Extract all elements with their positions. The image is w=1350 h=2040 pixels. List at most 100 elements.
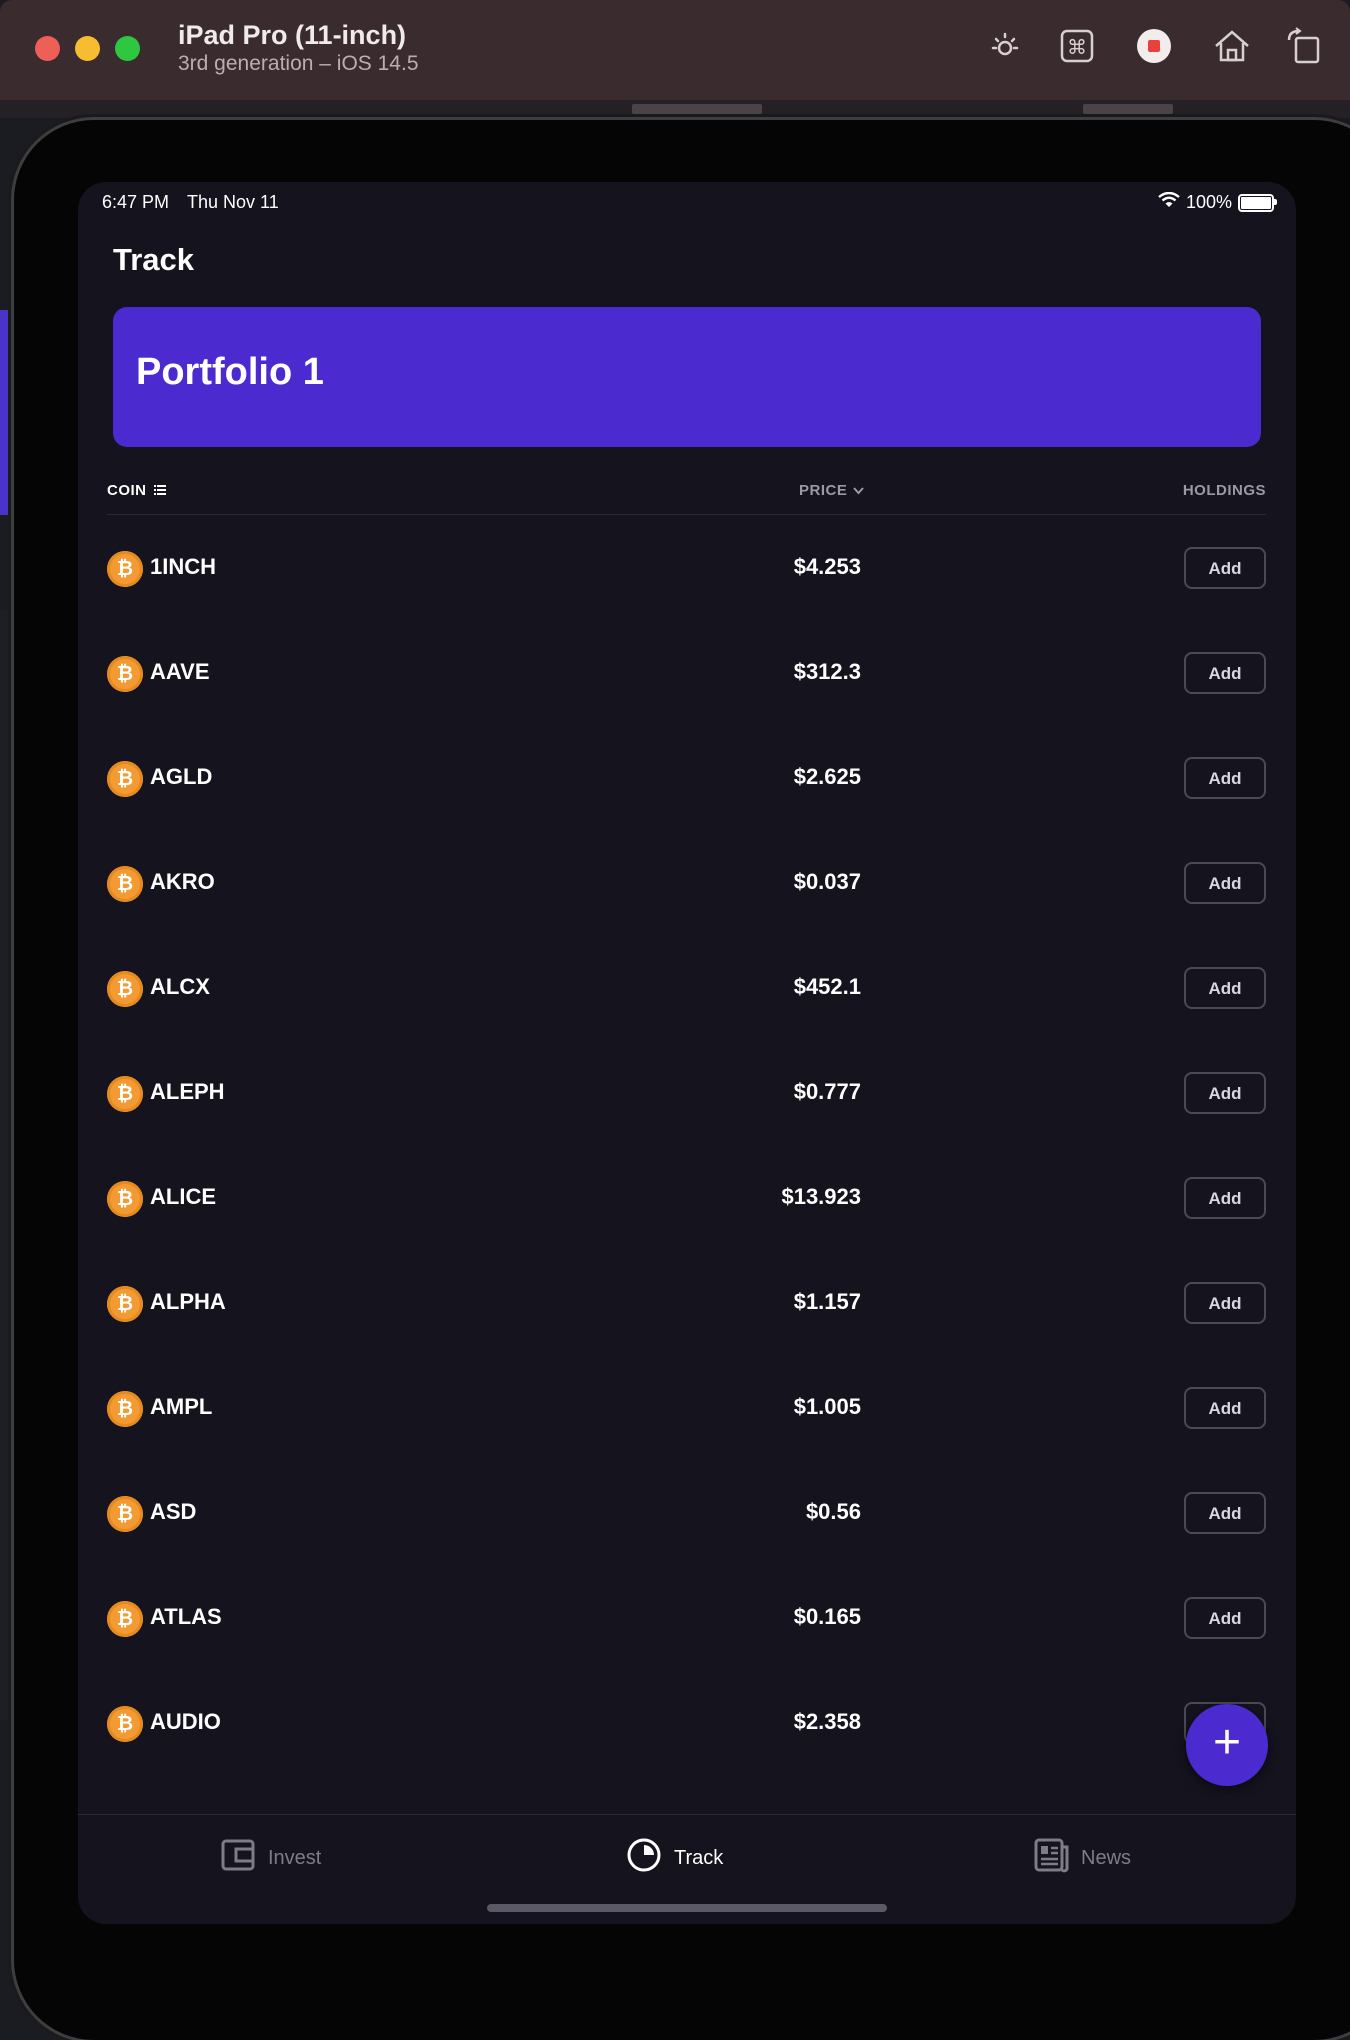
table-row[interactable]: ₿ AAVE $312.3 Add [78,620,1296,725]
coin-price: $1.005 [793,1394,861,1419]
portfolio-banner[interactable]: Portfolio 1 [113,307,1261,447]
coin-price: $2.625 [793,764,861,789]
bitcoin-icon: ₿ [107,1496,143,1532]
price-column-header[interactable]: PRICE [799,482,865,499]
tab-invest[interactable]: Invest [220,1837,321,1879]
bitcoin-icon: ₿ [107,1286,143,1322]
add-holding-button[interactable]: Add [1184,1387,1266,1429]
add-holding-button[interactable]: Add [1184,652,1266,694]
status-time: 6:47 PM [102,192,170,212]
home-indicator[interactable] [487,1904,887,1912]
coin-name: ALCX [150,974,210,999]
coin-name: AGLD [150,764,213,789]
coin-column-header[interactable]: COIN [107,482,166,499]
wifi-icon [1158,191,1180,213]
status-date: Thu Nov 11 [187,192,279,212]
bitcoin-icon: ₿ [107,1076,143,1112]
coin-name: AKRO [150,869,215,894]
simulator-device-subtitle: 3rd generation – iOS 14.5 [178,52,419,75]
table-row[interactable]: ₿ ALICE $13.923 Add [78,1145,1296,1250]
tab-track[interactable]: Track [626,1837,723,1879]
add-holding-button[interactable]: Add [1184,862,1266,904]
table-row[interactable]: ₿ ASD $0.56 Add [78,1460,1296,1565]
bitcoin-icon: ₿ [107,1601,143,1637]
coin-name: AAVE [150,659,210,684]
tab-invest-label: Invest [268,1846,322,1869]
add-holding-button[interactable]: Add [1184,757,1266,799]
add-coin-fab[interactable]: + [1186,1704,1268,1786]
coin-name: AUDIO [150,1709,221,1734]
svg-text:⌘: ⌘ [1067,35,1087,59]
price-header-label: PRICE [799,482,848,499]
command-key-icon[interactable]: ⌘ [1057,26,1097,66]
wallet-icon [220,1837,256,1879]
portfolio-name: Portfolio 1 [136,351,324,393]
coin-price: $1.157 [793,1289,861,1314]
minimize-window-button[interactable] [75,36,100,61]
background-window-fragment-dark [0,610,14,1720]
bitcoin-icon: ₿ [107,1391,143,1427]
tab-news-label: News [1081,1846,1132,1869]
close-window-button[interactable] [35,36,60,61]
page-title: Track [113,242,195,277]
coin-name: ALPHA [150,1289,226,1314]
status-bar: 6:47 PM Thu Nov 11 100% [78,191,1296,222]
battery-percent: 100% [1185,192,1232,212]
bitcoin-icon: ₿ [107,656,143,692]
zoom-window-button[interactable] [115,36,140,61]
coin-name: AMPL [150,1394,213,1419]
tab-news[interactable]: News [1033,1837,1131,1879]
add-holding-button[interactable]: Add [1184,1597,1266,1639]
bitcoin-icon: ₿ [107,866,143,902]
add-holding-button[interactable]: Add [1184,1177,1266,1219]
add-holding-button[interactable]: Add [1184,1072,1266,1114]
rotate-device-icon[interactable] [1284,26,1324,66]
coin-name: ATLAS [150,1604,222,1629]
table-row[interactable]: ₿ AMPL $1.005 Add [78,1355,1296,1460]
scrollbar-thumb-secondary[interactable] [1083,104,1173,114]
newspaper-icon [1033,1837,1069,1879]
table-row[interactable]: ₿ ALCX $452.1 Add [78,935,1296,1040]
coin-price: $0.165 [793,1604,861,1629]
add-holding-button[interactable]: Add [1184,967,1266,1009]
table-row[interactable]: ₿ 1INCH $4.253 Add [78,515,1296,620]
record-screen-icon[interactable] [1134,26,1174,66]
coin-price: $13.923 [781,1184,861,1209]
sort-list-icon [153,482,166,499]
pie-chart-icon [626,1837,662,1879]
bitcoin-icon: ₿ [107,551,143,587]
coin-price: $0.777 [793,1079,861,1104]
coin-price: $4.253 [793,554,861,579]
table-row[interactable]: ₿ AGLD $2.625 Add [78,725,1296,830]
background-window-fragment [0,310,14,515]
add-holding-button[interactable]: Add [1184,1282,1266,1324]
bitcoin-icon: ₿ [107,1181,143,1217]
coin-price: $0.037 [793,869,861,894]
add-holding-button[interactable]: Add [1184,1492,1266,1534]
coin-list: ₿ 1INCH $4.253 Add ₿ AAVE $312.3 Add ₿ A… [78,515,1296,1775]
brightness-icon[interactable] [985,26,1025,66]
holdings-column-header[interactable]: HOLDINGS [1183,482,1266,499]
table-row[interactable]: ₿ ATLAS $0.165 Add [78,1565,1296,1670]
table-row[interactable]: ₿ ALPHA $1.157 Add [78,1250,1296,1355]
simulator-titlebar: iPad Pro (11-inch) 3rd generation – iOS … [0,0,1350,101]
home-icon[interactable] [1212,26,1252,66]
coin-price: $452.1 [793,974,861,999]
table-row[interactable]: ₿ AKRO $0.037 Add [78,830,1296,935]
ipad-screen: 6:47 PM Thu Nov 11 100% Track Portfolio … [78,182,1296,1924]
simulator-device-name: iPad Pro (11-inch) [178,20,407,50]
bitcoin-icon: ₿ [107,971,143,1007]
table-row[interactable]: ₿ AUDIO $2.358 Add [78,1670,1296,1775]
coin-name: ALICE [150,1184,216,1209]
bitcoin-icon: ₿ [107,761,143,797]
coin-price: $0.56 [805,1499,861,1524]
coin-price: $312.3 [793,659,861,684]
chevron-down-icon [853,482,865,499]
scrollbar-thumb[interactable] [632,104,762,114]
coin-header-label: COIN [107,482,147,499]
battery-icon [1238,193,1277,212]
add-holding-button[interactable]: Add [1184,547,1266,589]
coin-name: ALEPH [150,1079,225,1104]
table-row[interactable]: ₿ ALEPH $0.777 Add [78,1040,1296,1145]
bitcoin-icon: ₿ [107,1706,143,1742]
